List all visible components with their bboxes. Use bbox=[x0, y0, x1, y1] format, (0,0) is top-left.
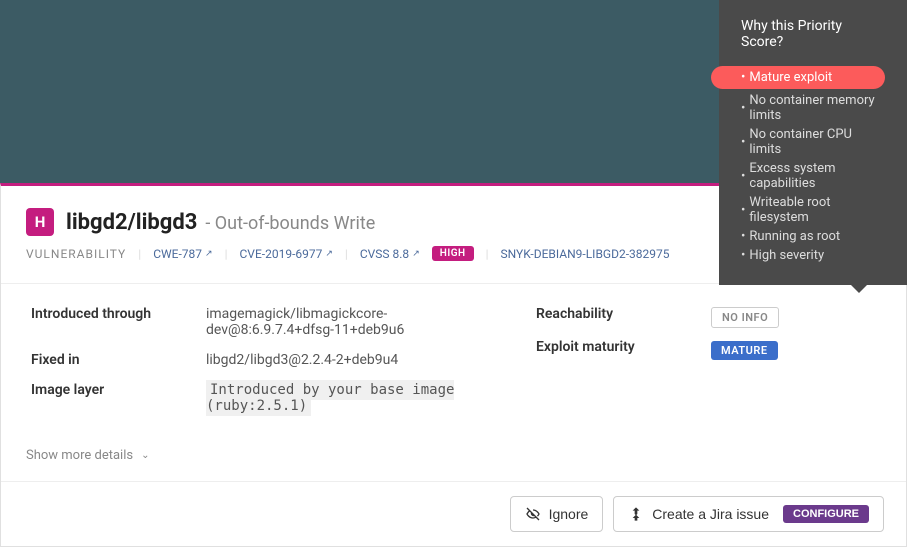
tooltip-item: •No container memory limits bbox=[741, 93, 885, 123]
configure-badge[interactable]: CONFIGURE bbox=[783, 505, 869, 523]
tooltip-item: •Excess system capabilities bbox=[741, 161, 885, 191]
meta-row: VULNERABILITY | CWE-787↗ | CVE-2019-6977… bbox=[26, 246, 670, 261]
tooltip-item: •No container CPU limits bbox=[741, 127, 885, 157]
create-jira-button[interactable]: Create a Jira issue CONFIGURE bbox=[613, 496, 884, 532]
priority-tooltip: Why this Priority Score? •Mature exploit… bbox=[719, 0, 907, 285]
introduced-label: Introduced through bbox=[31, 306, 206, 338]
severity-badge: H bbox=[26, 208, 54, 236]
cwe-link[interactable]: CWE-787↗ bbox=[153, 247, 212, 261]
tooltip-title: Why this Priority Score? bbox=[741, 18, 885, 50]
fixed-label: Fixed in bbox=[31, 352, 206, 368]
introduced-value: imagemagick/libmagickcore-dev@8:6.9.7.4+… bbox=[206, 306, 486, 338]
dark-banner: Why this Priority Score? •Mature exploit… bbox=[0, 0, 907, 183]
snyk-id-link[interactable]: SNYK-DEBIAN9-LIBGD2-382975 bbox=[501, 247, 670, 261]
chevron-down-icon: ⌄ bbox=[141, 450, 149, 461]
vuln-title: libgd2/libgd3 bbox=[66, 210, 197, 235]
cve-link[interactable]: CVE-2019-6977↗ bbox=[240, 247, 333, 261]
vuln-label: VULNERABILITY bbox=[26, 247, 126, 261]
exploit-label: Exploit maturity bbox=[536, 339, 711, 358]
vuln-subtitle: - Out-of-bounds Write bbox=[205, 213, 375, 234]
ignore-button[interactable]: Ignore bbox=[510, 496, 604, 532]
tooltip-item-highlight: •Mature exploit bbox=[711, 66, 885, 89]
external-icon: ↗ bbox=[412, 249, 420, 259]
jira-icon bbox=[628, 506, 644, 522]
cvss-link[interactable]: CVSS 8.8↗ bbox=[360, 247, 420, 261]
tooltip-item: •Running as root bbox=[741, 229, 885, 244]
tooltip-item: •High severity bbox=[741, 248, 885, 263]
layer-label: Image layer bbox=[31, 382, 206, 414]
fixed-value: libgd2/libgd3@2.2.4-2+deb9u4 bbox=[206, 352, 486, 368]
external-icon: ↗ bbox=[205, 249, 213, 259]
tooltip-item: •Writeable root filesystem bbox=[741, 195, 885, 225]
external-icon: ↗ bbox=[325, 249, 333, 259]
reachability-label: Reachability bbox=[536, 306, 711, 325]
reachability-badge: NO INFO bbox=[711, 307, 779, 328]
card-footer: Ignore Create a Jira issue CONFIGURE bbox=[1, 481, 906, 546]
high-badge: HIGH bbox=[432, 246, 474, 261]
show-more-toggle[interactable]: Show more details ⌄ bbox=[26, 448, 881, 463]
eye-off-icon bbox=[525, 506, 541, 522]
layer-value: Introduced by your base image (ruby:2.5.… bbox=[206, 380, 454, 416]
exploit-badge: MATURE bbox=[711, 341, 778, 360]
